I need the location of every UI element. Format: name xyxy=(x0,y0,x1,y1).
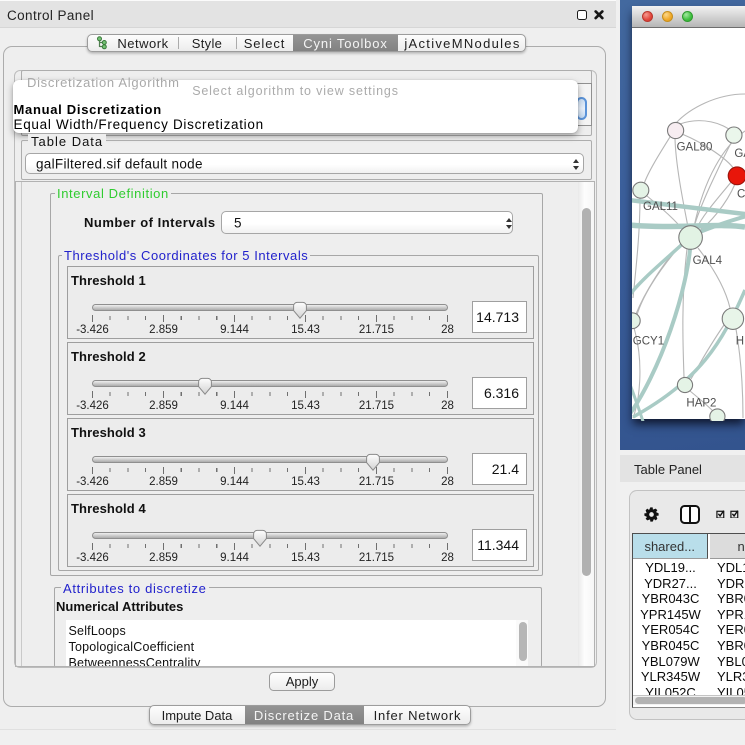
svg-text:HAP2: HAP2 xyxy=(686,397,716,409)
svg-text:H: H xyxy=(736,335,744,347)
svg-text:GAL80: GAL80 xyxy=(677,141,713,153)
svg-text:GAL4: GAL4 xyxy=(693,255,723,267)
svg-text:GCY1: GCY1 xyxy=(633,335,664,347)
svg-text:GA: GA xyxy=(734,148,745,160)
svg-text:C: C xyxy=(737,189,745,201)
svg-text:GAL11: GAL11 xyxy=(643,201,678,213)
